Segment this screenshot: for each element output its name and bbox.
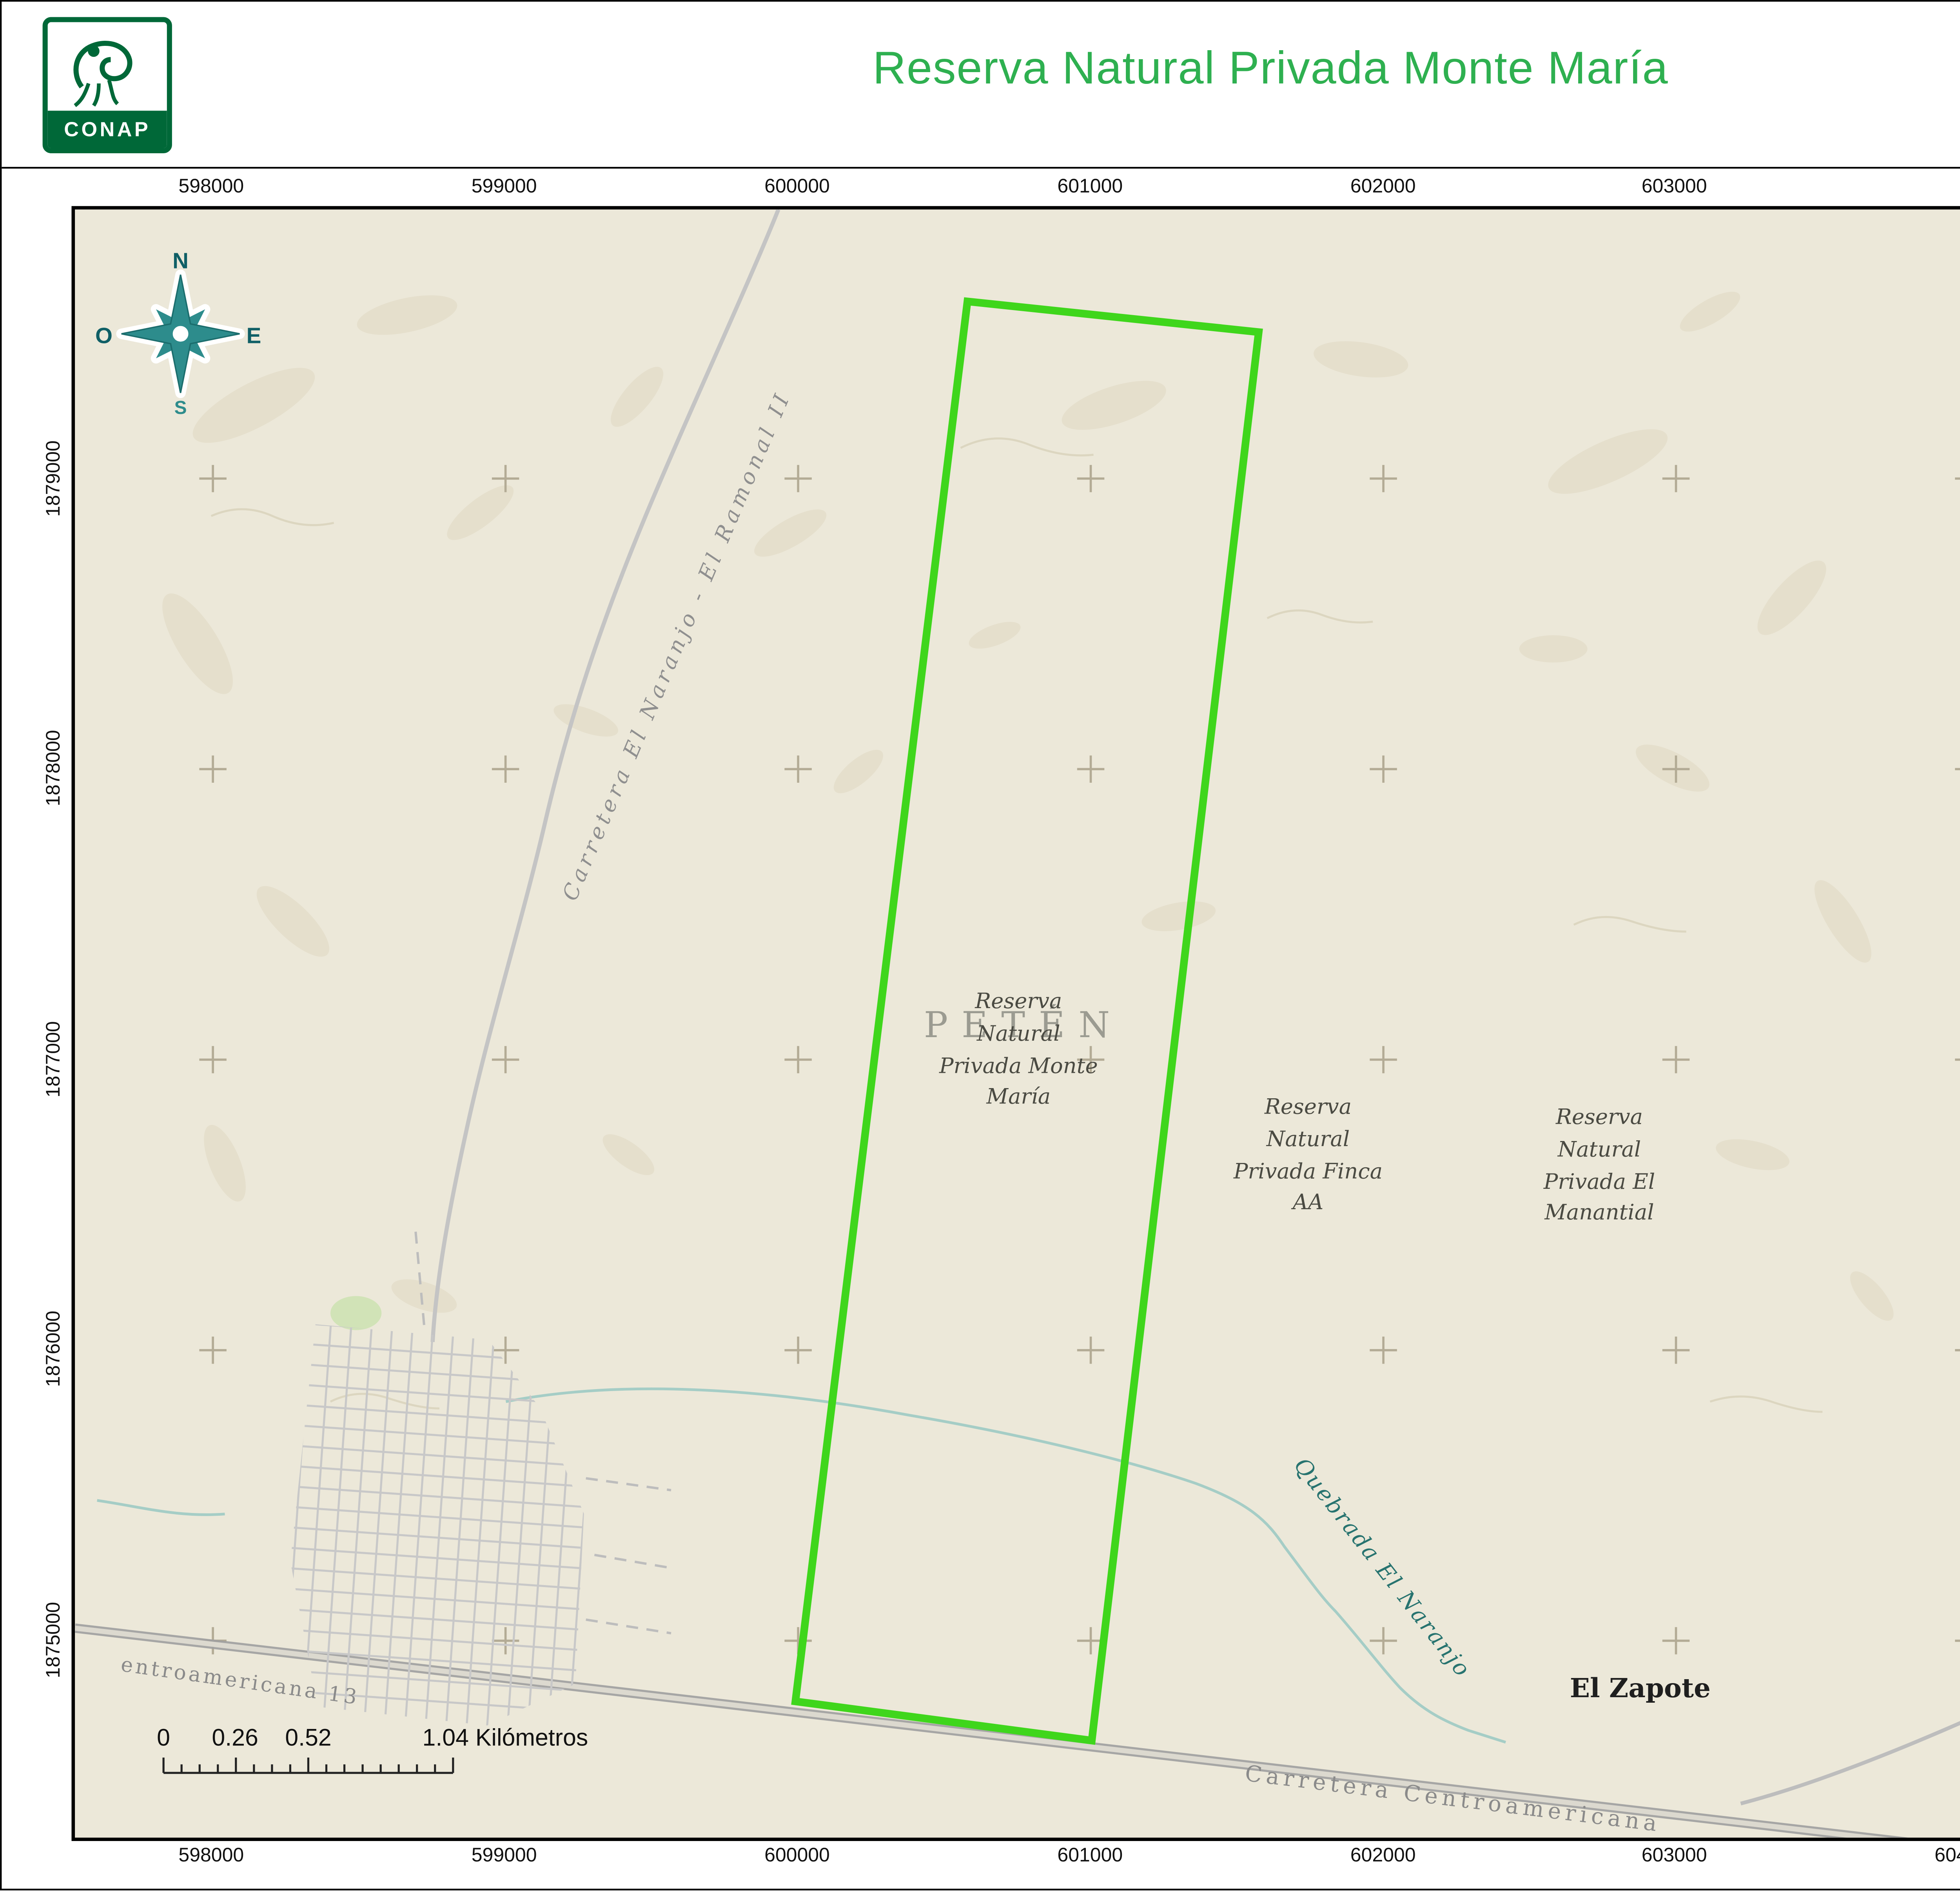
grid-label-bottom-1: 599000 [471,1846,537,1867]
grid-label-left-4: 1875000 [44,1602,65,1678]
reserve-label-el-manantial: Reserva Natural Privada El Manantial [1544,1102,1655,1230]
reserve-line: Privada Monte [939,1052,1098,1078]
grid-label-top-1: 599000 [471,177,537,198]
grid-label-bottom-2: 600000 [764,1846,830,1867]
reserve-line: Natural [977,1019,1060,1045]
reserve-line: Reserva [1555,1103,1643,1129]
grid-label-bottom-0: 598000 [178,1846,244,1867]
compass-e: E [246,323,261,348]
grid-label-top-3: 601000 [1057,177,1123,198]
grid-label-top-4: 602000 [1350,177,1416,198]
compass-star-icon [116,269,245,398]
reserve-line: AA [1292,1189,1324,1215]
reserve-line: Manantial [1544,1199,1654,1225]
compass-s: S [174,398,187,419]
scale-label-0: 0 [157,1723,171,1751]
scale-label-026: 0.26 [212,1723,258,1751]
page-title: Reserva Natural Privada Monte María [873,42,1669,94]
grid-label-bottom-5: 603000 [1641,1846,1707,1867]
grid-label-left-0: 1879000 [44,440,65,517]
reserve-label-monte-maria: Reserva Natural Privada Monte María [939,986,1098,1114]
reserve-line: Natural [1266,1125,1350,1151]
grid-label-bottom-3: 601000 [1057,1846,1123,1867]
reserve-line: Reserva [975,988,1062,1014]
reserve-line: Privada Finca [1233,1157,1383,1183]
reserve-line: Reserva [1264,1093,1352,1119]
grid-label-bottom-4: 602000 [1350,1846,1416,1867]
conap-logo-text: CONAP [47,111,167,149]
grid-label-left-2: 1877000 [44,1021,65,1097]
grid-label-top-2: 600000 [764,177,830,198]
reserve-line: Natural [1557,1136,1641,1161]
reserve-label-finca-aa: Reserva Natural Privada Finca AA [1234,1092,1383,1219]
header: CONAP Reserva Natural Privada Monte Marí… [2,2,1960,169]
grid-label-top-5: 603000 [1641,177,1707,198]
reserve-line: Privada El [1543,1167,1655,1193]
reserve-line: María [986,1083,1051,1109]
grid-label-top-0: 598000 [178,177,244,198]
quetzal-icon [73,41,132,107]
map-sheet: CONAP Reserva Natural Privada Monte Marí… [0,0,1960,1890]
conap-logo: CONAP [42,17,172,154]
grid-label-bottom-6: 604000 [1935,1846,1960,1867]
grid-label-left-3: 1876000 [44,1310,65,1387]
scale-label-104: 1.04 Kilómetros [422,1723,588,1751]
scale-bar [162,1758,454,1774]
compass-rose: N O E S [95,248,261,419]
grid-label-left-1: 1878000 [44,730,65,806]
scale-label-052: 0.52 [285,1723,332,1751]
town-label-el-zapote: El Zapote [1570,1671,1711,1704]
compass-n: N [172,248,189,274]
compass-o: O [95,323,113,348]
